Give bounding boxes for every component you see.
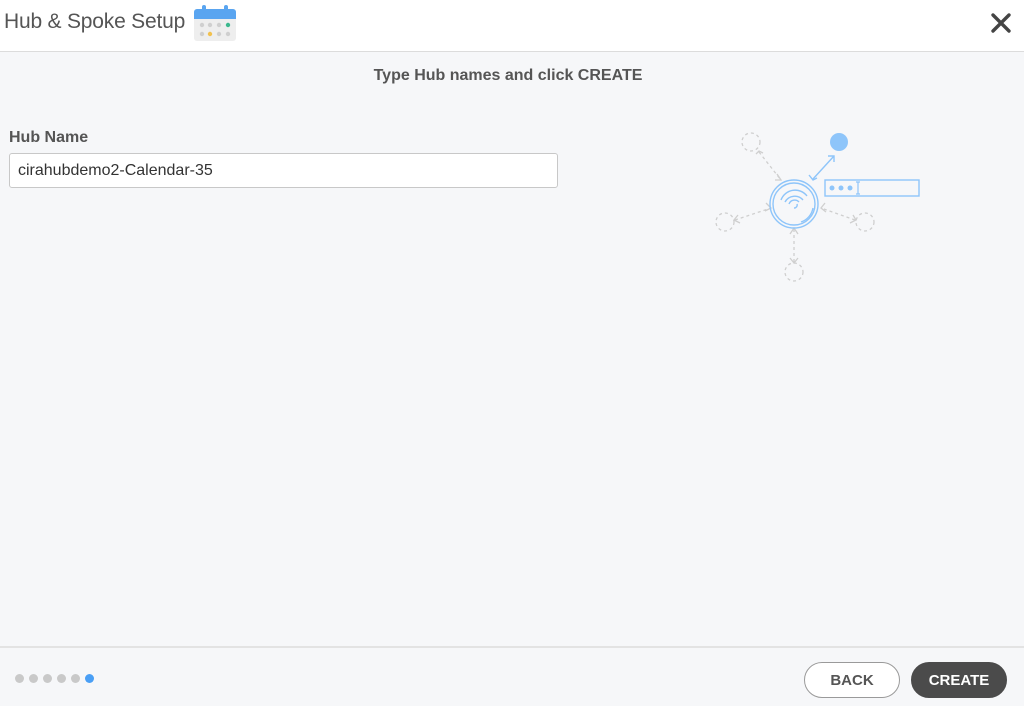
create-button[interactable]: CREATE: [911, 662, 1007, 698]
new-hub-node-icon: [830, 133, 848, 151]
step-dot: [29, 674, 38, 683]
hub-name-input[interactable]: [9, 153, 558, 188]
hub-spoke-illustration: [715, 132, 920, 282]
dialog-title: Hub & Spoke Setup: [4, 10, 186, 33]
close-icon[interactable]: [986, 8, 1016, 38]
step-dot-active: [85, 674, 94, 683]
dialog-header: Hub & Spoke Setup: [0, 0, 1024, 52]
step-dot: [43, 674, 52, 683]
hub-name-label: Hub Name: [9, 129, 89, 146]
calendar-icon: [194, 5, 236, 41]
spoke-node-icon: [715, 212, 735, 232]
instruction-text: Type Hub names and click CREATE: [373, 67, 643, 84]
step-indicator: [15, 674, 94, 683]
spoke-node-icon: [855, 212, 875, 232]
spoke-node-icon: [741, 132, 761, 152]
step-dot: [15, 674, 24, 683]
back-button[interactable]: BACK: [804, 662, 900, 698]
spoke-node-icon: [784, 262, 804, 282]
step-dot: [57, 674, 66, 683]
dialog-footer: BACK CREATE: [0, 646, 1024, 706]
step-dot: [71, 674, 80, 683]
